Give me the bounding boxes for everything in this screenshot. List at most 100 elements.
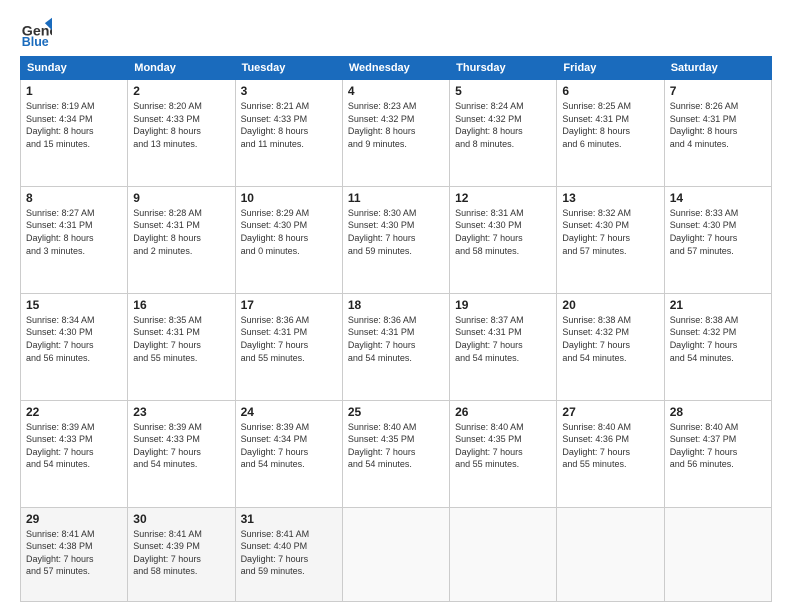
day-number: 18 [348,298,444,312]
calendar-cell: 1 Sunrise: 8:19 AM Sunset: 4:34 PM Daylig… [21,80,128,187]
day-info: Sunrise: 8:21 AM Sunset: 4:33 PM Dayligh… [241,100,337,150]
day-number: 24 [241,405,337,419]
calendar-cell: 10 Sunrise: 8:29 AM Sunset: 4:30 PM Dayli… [235,186,342,293]
day-number: 16 [133,298,229,312]
header: General Blue [20,16,772,48]
calendar-cell: 23 Sunrise: 8:39 AM Sunset: 4:33 PM Dayli… [128,400,235,507]
calendar-cell: 7 Sunrise: 8:26 AM Sunset: 4:31 PM Daylig… [664,80,771,187]
day-info: Sunrise: 8:40 AM Sunset: 4:35 PM Dayligh… [348,421,444,471]
calendar-body: 1 Sunrise: 8:19 AM Sunset: 4:34 PM Daylig… [21,80,772,602]
logo: General Blue [20,16,52,48]
day-number: 26 [455,405,551,419]
weekday-header: Thursday [450,57,557,80]
day-number: 6 [562,84,658,98]
day-info: Sunrise: 8:30 AM Sunset: 4:30 PM Dayligh… [348,207,444,257]
calendar-cell [342,507,449,602]
day-info: Sunrise: 8:36 AM Sunset: 4:31 PM Dayligh… [241,314,337,364]
calendar-table: SundayMondayTuesdayWednesdayThursdayFrid… [20,56,772,602]
day-info: Sunrise: 8:33 AM Sunset: 4:30 PM Dayligh… [670,207,766,257]
calendar-cell: 5Sunrise: 8:24 AM Sunset: 4:32 PM Daylig… [450,80,557,187]
day-info: Sunrise: 8:35 AM Sunset: 4:31 PM Dayligh… [133,314,229,364]
day-info: Sunrise: 8:36 AM Sunset: 4:31 PM Dayligh… [348,314,444,364]
calendar-week-row: 8 Sunrise: 8:27 AM Sunset: 4:31 PM Daylig… [21,186,772,293]
calendar-week-row: 29Sunrise: 8:41 AM Sunset: 4:38 PM Dayli… [21,507,772,602]
day-number: 10 [241,191,337,205]
day-info: Sunrise: 8:26 AM Sunset: 4:31 PM Dayligh… [670,100,766,150]
day-number: 28 [670,405,766,419]
weekday-header: Saturday [664,57,771,80]
day-number: 17 [241,298,337,312]
day-number: 20 [562,298,658,312]
logo-icon: General Blue [20,16,52,48]
calendar-cell: 13Sunrise: 8:32 AM Sunset: 4:30 PM Dayli… [557,186,664,293]
day-info: Sunrise: 8:39 AM Sunset: 4:33 PM Dayligh… [133,421,229,471]
calendar-cell: 19Sunrise: 8:37 AM Sunset: 4:31 PM Dayli… [450,293,557,400]
calendar-cell: 14Sunrise: 8:33 AM Sunset: 4:30 PM Dayli… [664,186,771,293]
day-info: Sunrise: 8:34 AM Sunset: 4:30 PM Dayligh… [26,314,122,364]
calendar-week-row: 1 Sunrise: 8:19 AM Sunset: 4:34 PM Daylig… [21,80,772,187]
calendar-cell: 9 Sunrise: 8:28 AM Sunset: 4:31 PM Daylig… [128,186,235,293]
calendar-cell: 28 Sunrise: 8:40 AM Sunset: 4:37 PM Dayli… [664,400,771,507]
day-info: Sunrise: 8:39 AM Sunset: 4:33 PM Dayligh… [26,421,122,471]
day-number: 7 [670,84,766,98]
calendar-cell: 29Sunrise: 8:41 AM Sunset: 4:38 PM Dayli… [21,507,128,602]
calendar-cell: 25 Sunrise: 8:40 AM Sunset: 4:35 PM Dayli… [342,400,449,507]
day-info: Sunrise: 8:38 AM Sunset: 4:32 PM Dayligh… [670,314,766,364]
day-info: Sunrise: 8:19 AM Sunset: 4:34 PM Dayligh… [26,100,122,150]
day-info: Sunrise: 8:40 AM Sunset: 4:36 PM Dayligh… [562,421,658,471]
day-number: 30 [133,512,229,526]
calendar-cell: 6 Sunrise: 8:25 AM Sunset: 4:31 PM Daylig… [557,80,664,187]
calendar-cell: 22 Sunrise: 8:39 AM Sunset: 4:33 PM Dayli… [21,400,128,507]
calendar-cell: 31Sunrise: 8:41 AM Sunset: 4:40 PM Dayli… [235,507,342,602]
calendar-cell: 20 Sunrise: 8:38 AM Sunset: 4:32 PM Dayli… [557,293,664,400]
calendar-cell: 18 Sunrise: 8:36 AM Sunset: 4:31 PM Dayli… [342,293,449,400]
weekday-header: Friday [557,57,664,80]
day-number: 4 [348,84,444,98]
day-number: 1 [26,84,122,98]
day-number: 11 [348,191,444,205]
calendar-cell [450,507,557,602]
weekday-header: Monday [128,57,235,80]
day-number: 13 [562,191,658,205]
calendar-cell: 26 Sunrise: 8:40 AM Sunset: 4:35 PM Dayli… [450,400,557,507]
day-info: Sunrise: 8:41 AM Sunset: 4:39 PM Dayligh… [133,528,229,578]
day-info: Sunrise: 8:25 AM Sunset: 4:31 PM Dayligh… [562,100,658,150]
day-info: Sunrise: 8:39 AM Sunset: 4:34 PM Dayligh… [241,421,337,471]
day-info: Sunrise: 8:40 AM Sunset: 4:35 PM Dayligh… [455,421,551,471]
day-info: Sunrise: 8:31 AM Sunset: 4:30 PM Dayligh… [455,207,551,257]
day-number: 8 [26,191,122,205]
weekday-header: Sunday [21,57,128,80]
day-info: Sunrise: 8:20 AM Sunset: 4:33 PM Dayligh… [133,100,229,150]
day-number: 9 [133,191,229,205]
day-info: Sunrise: 8:28 AM Sunset: 4:31 PM Dayligh… [133,207,229,257]
calendar-cell: 27Sunrise: 8:40 AM Sunset: 4:36 PM Dayli… [557,400,664,507]
day-info: Sunrise: 8:41 AM Sunset: 4:38 PM Dayligh… [26,528,122,578]
day-number: 15 [26,298,122,312]
calendar-cell: 11 Sunrise: 8:30 AM Sunset: 4:30 PM Dayli… [342,186,449,293]
svg-text:Blue: Blue [22,35,49,48]
day-number: 23 [133,405,229,419]
day-number: 31 [241,512,337,526]
calendar-cell: 24 Sunrise: 8:39 AM Sunset: 4:34 PM Dayli… [235,400,342,507]
day-info: Sunrise: 8:37 AM Sunset: 4:31 PM Dayligh… [455,314,551,364]
day-info: Sunrise: 8:29 AM Sunset: 4:30 PM Dayligh… [241,207,337,257]
calendar-cell: 15 Sunrise: 8:34 AM Sunset: 4:30 PM Dayli… [21,293,128,400]
day-number: 2 [133,84,229,98]
weekday-header: Wednesday [342,57,449,80]
calendar-cell: 8 Sunrise: 8:27 AM Sunset: 4:31 PM Daylig… [21,186,128,293]
calendar-week-row: 22 Sunrise: 8:39 AM Sunset: 4:33 PM Dayli… [21,400,772,507]
calendar-cell: 2 Sunrise: 8:20 AM Sunset: 4:33 PM Daylig… [128,80,235,187]
day-number: 12 [455,191,551,205]
day-info: Sunrise: 8:27 AM Sunset: 4:31 PM Dayligh… [26,207,122,257]
calendar-header-row: SundayMondayTuesdayWednesdayThursdayFrid… [21,57,772,80]
day-info: Sunrise: 8:23 AM Sunset: 4:32 PM Dayligh… [348,100,444,150]
day-number: 22 [26,405,122,419]
day-number: 3 [241,84,337,98]
day-number: 25 [348,405,444,419]
day-info: Sunrise: 8:38 AM Sunset: 4:32 PM Dayligh… [562,314,658,364]
calendar-cell: 4 Sunrise: 8:23 AM Sunset: 4:32 PM Daylig… [342,80,449,187]
day-number: 21 [670,298,766,312]
day-info: Sunrise: 8:40 AM Sunset: 4:37 PM Dayligh… [670,421,766,471]
day-info: Sunrise: 8:24 AM Sunset: 4:32 PM Dayligh… [455,100,551,150]
calendar-cell: 30 Sunrise: 8:41 AM Sunset: 4:39 PM Dayli… [128,507,235,602]
